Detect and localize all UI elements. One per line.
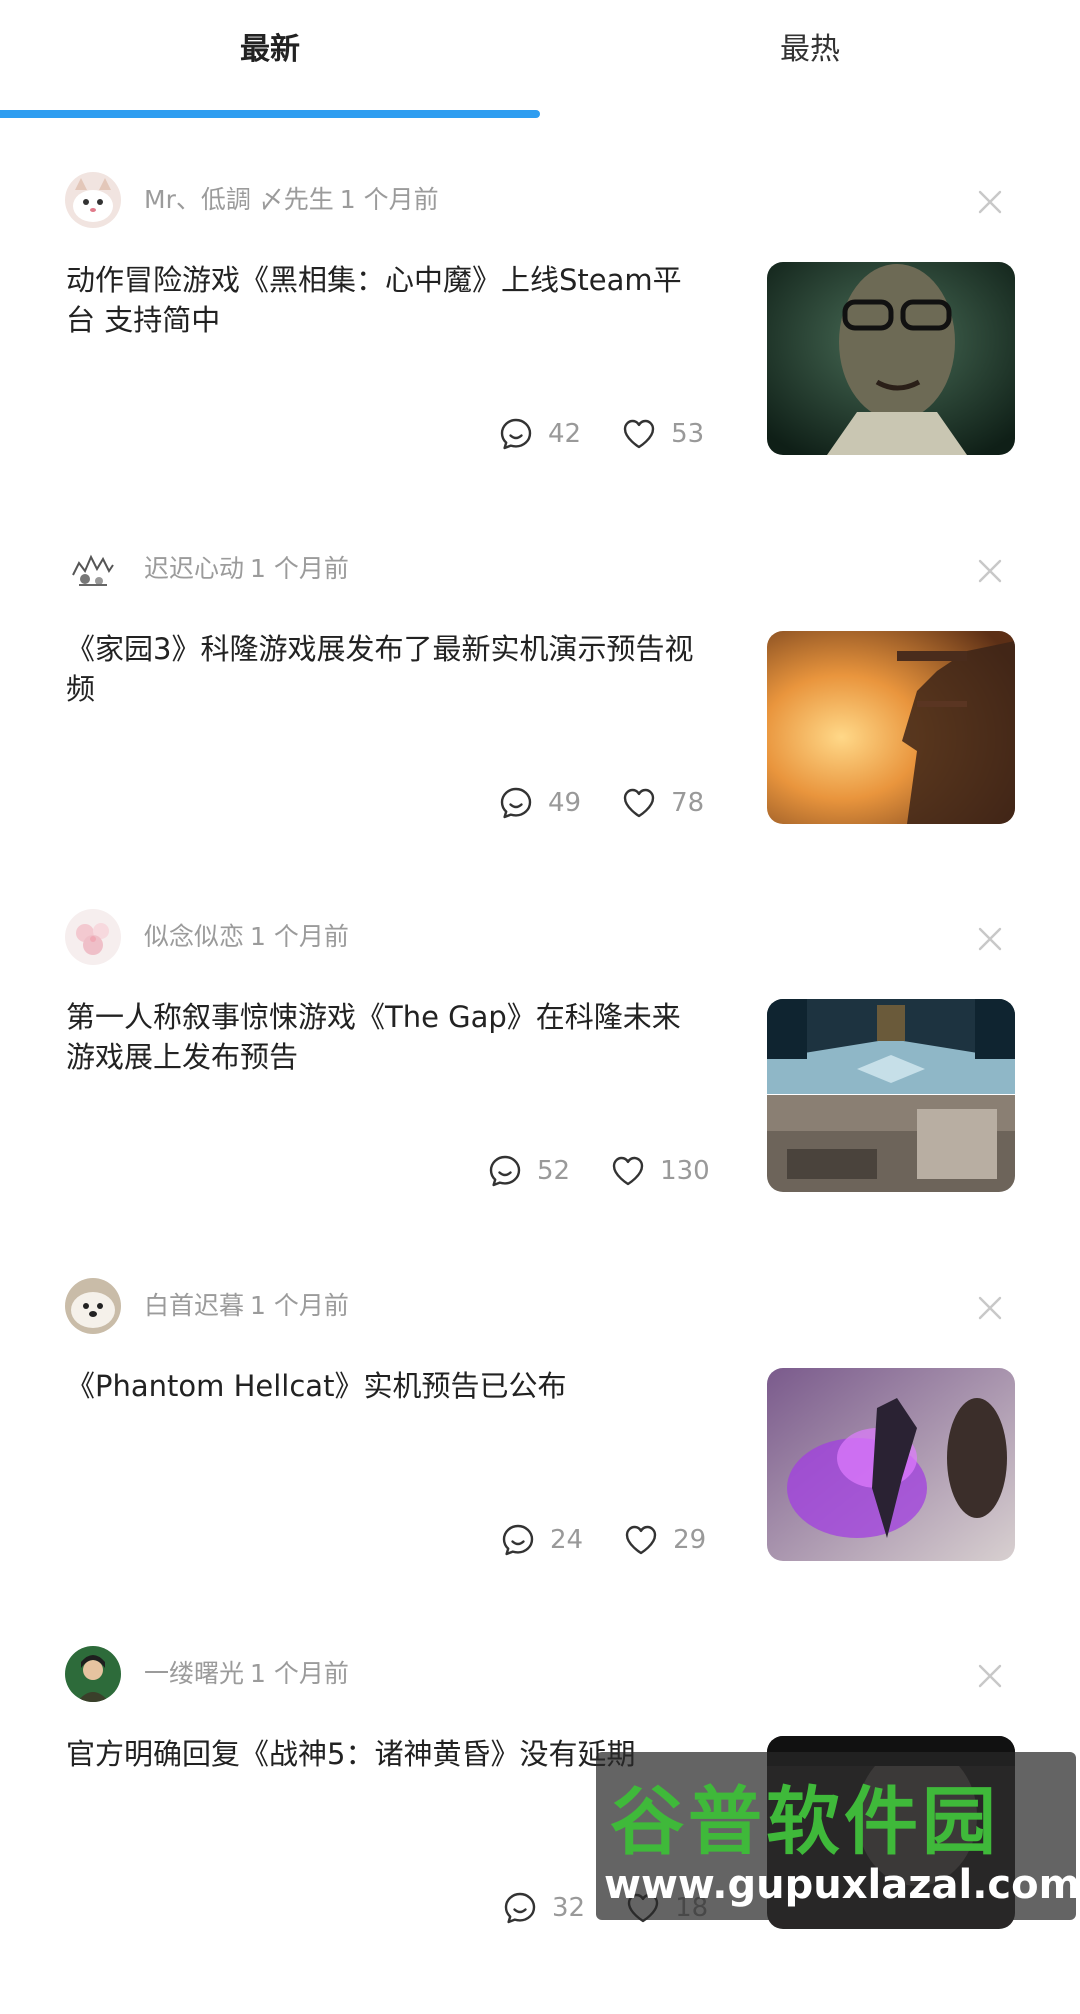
comment-button[interactable]: 24 — [500, 1522, 583, 1558]
comment-count: 42 — [548, 419, 582, 449]
post-title[interactable]: 《家园3》科隆游戏展发布了最新实机演示预告视频 — [66, 629, 706, 709]
like-count: 53 — [671, 419, 705, 449]
avatar[interactable] — [65, 541, 121, 597]
like-button[interactable]: 29 — [623, 1522, 706, 1558]
avatar[interactable] — [65, 1646, 121, 1702]
avatar[interactable] — [65, 909, 121, 965]
heart-icon — [625, 1525, 657, 1555]
heart-icon — [612, 1156, 644, 1186]
thumbnail-image — [767, 631, 1015, 824]
comment-count: 49 — [548, 788, 582, 818]
avatar[interactable] — [65, 1278, 121, 1334]
post-stats: 49 78 — [498, 781, 704, 825]
comment-button[interactable]: 42 — [498, 416, 581, 452]
feed-item[interactable]: 似念似恋 1 个月前 第一人称叙事惊悚游戏《The Gap》在科隆未来游戏展上发布… — [0, 909, 1080, 1277]
comment-count: 52 — [537, 1156, 571, 1186]
comment-icon — [504, 1892, 536, 1924]
post-stats: 24 29 — [500, 1518, 706, 1562]
like-button[interactable]: 78 — [621, 785, 704, 821]
post-stats: 42 53 — [498, 412, 704, 456]
tab-bar: 最新 最热 — [0, 0, 1080, 120]
post-time: 1 个月前 — [250, 554, 349, 583]
comment-icon — [500, 418, 532, 450]
active-tab-indicator — [0, 110, 540, 118]
thumbnail-image — [767, 999, 1015, 1192]
post-time: 1 个月前 — [250, 1659, 349, 1688]
post-thumbnail[interactable] — [767, 262, 1015, 455]
post-title[interactable]: 《Phantom Hellcat》实机预告已公布 — [66, 1366, 706, 1406]
post-meta: 白首迟暮 1 个月前 — [144, 1284, 349, 1328]
post-meta: 迟迟心动 1 个月前 — [144, 547, 349, 591]
close-icon[interactable] — [968, 1654, 1012, 1698]
post-stats: 52 130 — [487, 1149, 710, 1193]
heart-icon — [623, 788, 655, 818]
close-icon[interactable] — [968, 549, 1012, 593]
like-button[interactable]: 130 — [610, 1153, 710, 1189]
feed-item[interactable]: 白首迟暮 1 个月前 《Phantom Hellcat》实机预告已公布 24 29 — [0, 1278, 1080, 1646]
feed-item[interactable]: 迟迟心动 1 个月前 《家园3》科隆游戏展发布了最新实机演示预告视频 49 78 — [0, 541, 1080, 909]
watermark-logo: 谷普软件园 www.gupuxlazal.com — [596, 1752, 1076, 1920]
author-name[interactable]: 一缕曙光 — [144, 1659, 244, 1688]
like-button[interactable]: 53 — [621, 416, 704, 452]
watermark-url: www.gupuxlazal.com — [604, 1862, 1076, 1908]
post-thumbnail[interactable] — [767, 999, 1015, 1192]
comment-button[interactable]: 52 — [487, 1153, 570, 1189]
tab-latest[interactable]: 最新 — [0, 22, 540, 78]
comment-count: 24 — [550, 1525, 584, 1555]
like-count: 130 — [660, 1156, 710, 1186]
feed-item[interactable]: Mr、低調 〆先生 1 个月前 动作冒险游戏《黑相集：心中魔》上线Steam平台 … — [0, 172, 1080, 540]
comment-icon — [489, 1155, 521, 1187]
comment-button[interactable]: 49 — [498, 785, 581, 821]
post-meta: 一缕曙光 1 个月前 — [144, 1652, 349, 1696]
close-icon[interactable] — [968, 180, 1012, 224]
author-name[interactable]: Mr、低調 〆先生 — [144, 185, 334, 214]
author-name[interactable]: 白首迟暮 — [144, 1291, 244, 1320]
like-count: 29 — [673, 1525, 707, 1555]
post-title[interactable]: 第一人称叙事惊悚游戏《The Gap》在科隆未来游戏展上发布预告 — [66, 997, 706, 1077]
post-time: 1 个月前 — [339, 185, 439, 214]
close-icon[interactable] — [968, 1286, 1012, 1330]
post-title[interactable]: 动作冒险游戏《黑相集：心中魔》上线Steam平台 支持简中 — [66, 260, 706, 340]
watermark-name: 谷普软件园 — [610, 1779, 1000, 1865]
thumbnail-image — [767, 262, 1015, 455]
author-name[interactable]: 迟迟心动 — [144, 554, 244, 583]
comment-count: 32 — [552, 1893, 586, 1923]
thumbnail-image — [767, 1368, 1015, 1561]
comment-icon — [502, 1524, 534, 1556]
comment-icon — [500, 787, 532, 819]
tab-hottest[interactable]: 最热 — [540, 22, 1080, 78]
avatar[interactable] — [65, 172, 121, 228]
post-meta: Mr、低調 〆先生 1 个月前 — [144, 178, 439, 222]
post-time: 1 个月前 — [250, 922, 349, 951]
like-count: 78 — [671, 788, 705, 818]
post-meta: 似念似恋 1 个月前 — [144, 915, 349, 959]
post-thumbnail[interactable] — [767, 631, 1015, 824]
author-name[interactable]: 似念似恋 — [144, 922, 244, 951]
close-icon[interactable] — [968, 917, 1012, 961]
comment-button[interactable]: 32 — [502, 1890, 585, 1926]
heart-icon — [623, 419, 655, 449]
post-time: 1 个月前 — [250, 1291, 349, 1320]
post-thumbnail[interactable] — [767, 1368, 1015, 1561]
